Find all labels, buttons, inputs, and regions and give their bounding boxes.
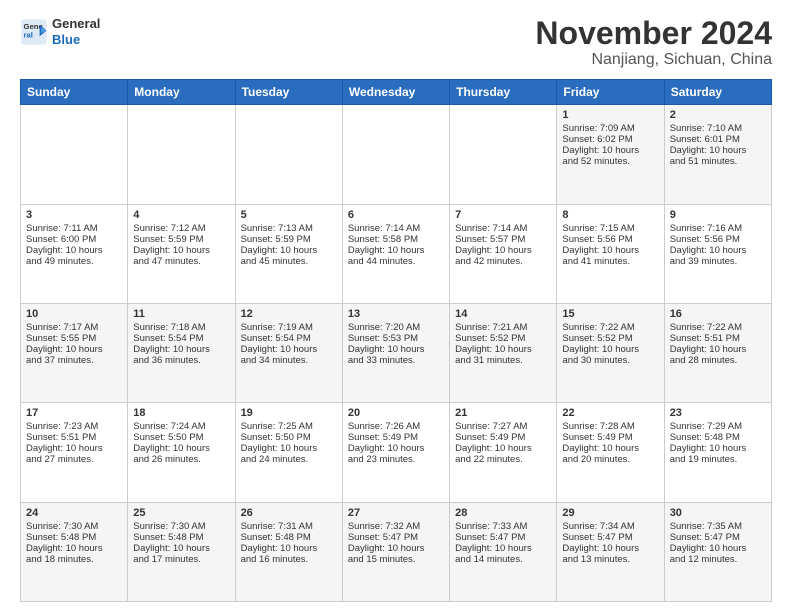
weekday-header-monday: Monday — [128, 80, 235, 105]
day-number: 18 — [133, 407, 229, 419]
calendar-cell: 26Sunrise: 7:31 AMSunset: 5:48 PMDayligh… — [235, 502, 342, 601]
calendar-cell: 21Sunrise: 7:27 AMSunset: 5:49 PMDayligh… — [450, 403, 557, 502]
day-number: 19 — [241, 407, 337, 419]
calendar-cell: 16Sunrise: 7:22 AMSunset: 5:51 PMDayligh… — [664, 303, 771, 402]
calendar-cell: 24Sunrise: 7:30 AMSunset: 5:48 PMDayligh… — [21, 502, 128, 601]
day-number: 11 — [133, 308, 229, 320]
weekday-header-sunday: Sunday — [21, 80, 128, 105]
day-number: 13 — [348, 308, 444, 320]
header: Gene ral General Blue November 2024 Nanj… — [20, 16, 772, 69]
calendar-cell: 10Sunrise: 7:17 AMSunset: 5:55 PMDayligh… — [21, 303, 128, 402]
day-number: 8 — [562, 209, 658, 221]
day-number: 17 — [26, 407, 122, 419]
day-number: 28 — [455, 507, 551, 519]
logo-line1: General — [52, 16, 100, 32]
day-number: 2 — [670, 109, 766, 121]
logo-icon: Gene ral — [20, 18, 48, 46]
calendar-cell: 12Sunrise: 7:19 AMSunset: 5:54 PMDayligh… — [235, 303, 342, 402]
calendar-table: SundayMondayTuesdayWednesdayThursdayFrid… — [20, 79, 772, 602]
calendar-cell: 4Sunrise: 7:12 AMSunset: 5:59 PMDaylight… — [128, 204, 235, 303]
page: Gene ral General Blue November 2024 Nanj… — [0, 0, 792, 612]
week-row-1: 1Sunrise: 7:09 AMSunset: 6:02 PMDaylight… — [21, 105, 772, 204]
calendar-cell: 7Sunrise: 7:14 AMSunset: 5:57 PMDaylight… — [450, 204, 557, 303]
calendar-cell: 1Sunrise: 7:09 AMSunset: 6:02 PMDaylight… — [557, 105, 664, 204]
calendar-cell: 23Sunrise: 7:29 AMSunset: 5:48 PMDayligh… — [664, 403, 771, 502]
calendar-cell: 19Sunrise: 7:25 AMSunset: 5:50 PMDayligh… — [235, 403, 342, 502]
calendar-cell — [128, 105, 235, 204]
weekday-header-row: SundayMondayTuesdayWednesdayThursdayFrid… — [21, 80, 772, 105]
day-number: 14 — [455, 308, 551, 320]
day-number: 5 — [241, 209, 337, 221]
day-number: 1 — [562, 109, 658, 121]
page-subtitle: Nanjiang, Sichuan, China — [535, 51, 772, 69]
calendar-cell: 2Sunrise: 7:10 AMSunset: 6:01 PMDaylight… — [664, 105, 771, 204]
calendar-cell: 6Sunrise: 7:14 AMSunset: 5:58 PMDaylight… — [342, 204, 449, 303]
svg-text:ral: ral — [24, 30, 33, 39]
day-number: 30 — [670, 507, 766, 519]
title-block: November 2024 Nanjiang, Sichuan, China — [535, 16, 772, 69]
calendar-cell: 25Sunrise: 7:30 AMSunset: 5:48 PMDayligh… — [128, 502, 235, 601]
day-number: 24 — [26, 507, 122, 519]
day-number: 10 — [26, 308, 122, 320]
calendar-cell — [342, 105, 449, 204]
week-row-2: 3Sunrise: 7:11 AMSunset: 6:00 PMDaylight… — [21, 204, 772, 303]
calendar-cell: 30Sunrise: 7:35 AMSunset: 5:47 PMDayligh… — [664, 502, 771, 601]
weekday-header-wednesday: Wednesday — [342, 80, 449, 105]
calendar-cell: 20Sunrise: 7:26 AMSunset: 5:49 PMDayligh… — [342, 403, 449, 502]
week-row-5: 24Sunrise: 7:30 AMSunset: 5:48 PMDayligh… — [21, 502, 772, 601]
calendar-cell — [235, 105, 342, 204]
day-number: 7 — [455, 209, 551, 221]
day-number: 29 — [562, 507, 658, 519]
calendar-cell: 22Sunrise: 7:28 AMSunset: 5:49 PMDayligh… — [557, 403, 664, 502]
day-number: 9 — [670, 209, 766, 221]
page-title: November 2024 — [535, 16, 772, 51]
weekday-header-tuesday: Tuesday — [235, 80, 342, 105]
day-number: 23 — [670, 407, 766, 419]
day-number: 27 — [348, 507, 444, 519]
day-number: 26 — [241, 507, 337, 519]
calendar-cell: 3Sunrise: 7:11 AMSunset: 6:00 PMDaylight… — [21, 204, 128, 303]
calendar-cell: 15Sunrise: 7:22 AMSunset: 5:52 PMDayligh… — [557, 303, 664, 402]
calendar-cell: 11Sunrise: 7:18 AMSunset: 5:54 PMDayligh… — [128, 303, 235, 402]
day-number: 16 — [670, 308, 766, 320]
day-number: 21 — [455, 407, 551, 419]
day-number: 25 — [133, 507, 229, 519]
calendar-cell: 29Sunrise: 7:34 AMSunset: 5:47 PMDayligh… — [557, 502, 664, 601]
day-number: 3 — [26, 209, 122, 221]
day-number: 6 — [348, 209, 444, 221]
logo-line2: Blue — [52, 32, 100, 48]
weekday-header-saturday: Saturday — [664, 80, 771, 105]
calendar-cell: 13Sunrise: 7:20 AMSunset: 5:53 PMDayligh… — [342, 303, 449, 402]
day-number: 15 — [562, 308, 658, 320]
calendar-cell: 5Sunrise: 7:13 AMSunset: 5:59 PMDaylight… — [235, 204, 342, 303]
day-number: 4 — [133, 209, 229, 221]
calendar-cell — [21, 105, 128, 204]
logo: Gene ral General Blue — [20, 16, 100, 47]
calendar-cell — [450, 105, 557, 204]
week-row-3: 10Sunrise: 7:17 AMSunset: 5:55 PMDayligh… — [21, 303, 772, 402]
weekday-header-thursday: Thursday — [450, 80, 557, 105]
day-number: 12 — [241, 308, 337, 320]
calendar-cell: 27Sunrise: 7:32 AMSunset: 5:47 PMDayligh… — [342, 502, 449, 601]
calendar-cell: 28Sunrise: 7:33 AMSunset: 5:47 PMDayligh… — [450, 502, 557, 601]
week-row-4: 17Sunrise: 7:23 AMSunset: 5:51 PMDayligh… — [21, 403, 772, 502]
weekday-header-friday: Friday — [557, 80, 664, 105]
calendar-cell: 8Sunrise: 7:15 AMSunset: 5:56 PMDaylight… — [557, 204, 664, 303]
calendar-cell: 17Sunrise: 7:23 AMSunset: 5:51 PMDayligh… — [21, 403, 128, 502]
day-number: 22 — [562, 407, 658, 419]
logo-text: General Blue — [52, 16, 100, 47]
calendar-cell: 18Sunrise: 7:24 AMSunset: 5:50 PMDayligh… — [128, 403, 235, 502]
day-number: 20 — [348, 407, 444, 419]
calendar-cell: 14Sunrise: 7:21 AMSunset: 5:52 PMDayligh… — [450, 303, 557, 402]
calendar-cell: 9Sunrise: 7:16 AMSunset: 5:56 PMDaylight… — [664, 204, 771, 303]
